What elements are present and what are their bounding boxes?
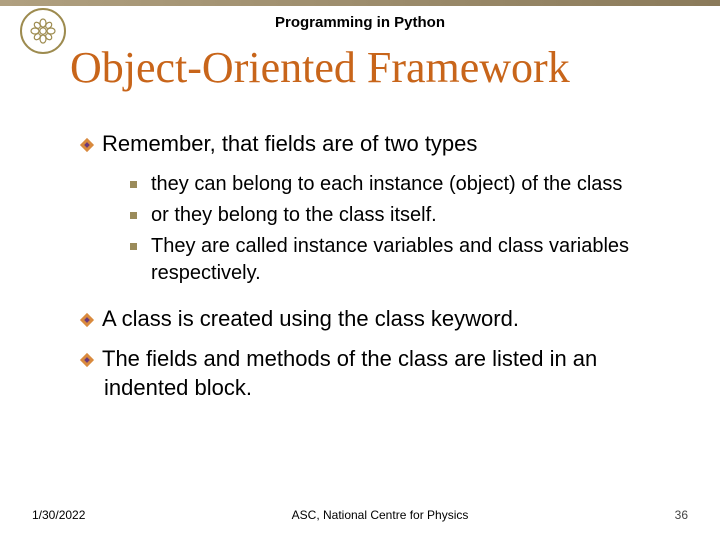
slide-title: Object-Oriented Framework bbox=[70, 42, 570, 93]
header-bar bbox=[0, 0, 720, 6]
sub-bullet-list: they can belong to each instance (object… bbox=[130, 171, 680, 287]
slide-content: Remember, that fields are of two types t… bbox=[80, 130, 680, 414]
footer-page-number: 36 bbox=[675, 508, 688, 522]
bullet-text: A class is created using the class keywo… bbox=[102, 306, 519, 331]
diamond-bullet-icon bbox=[80, 353, 94, 367]
slide-subtitle: Programming in Python bbox=[0, 14, 720, 31]
bullet-main: Remember, that fields are of two types bbox=[80, 130, 680, 159]
bullet-main: A class is created using the class keywo… bbox=[80, 305, 680, 334]
sub-bullet-text: they can belong to each instance (object… bbox=[151, 171, 680, 198]
diamond-bullet-icon bbox=[80, 313, 94, 327]
footer-date: 1/30/2022 bbox=[32, 508, 85, 522]
square-bullet-icon bbox=[130, 243, 137, 250]
footer-center: ASC, National Centre for Physics bbox=[85, 508, 674, 522]
bullet-text: Remember, that fields are of two types bbox=[102, 131, 477, 156]
slide-footer: 1/30/2022 ASC, National Centre for Physi… bbox=[0, 508, 720, 522]
square-bullet-icon bbox=[130, 212, 137, 219]
bullet-main: The fields and methods of the class are … bbox=[80, 345, 680, 402]
sub-bullet: They are called instance variables and c… bbox=[130, 233, 680, 287]
diamond-bullet-icon bbox=[80, 138, 94, 152]
sub-bullet-text: They are called instance variables and c… bbox=[151, 233, 680, 287]
sub-bullet: or they belong to the class itself. bbox=[130, 202, 680, 229]
sub-bullet: they can belong to each instance (object… bbox=[130, 171, 680, 198]
bullet-text: The fields and methods of the class are … bbox=[102, 346, 597, 400]
square-bullet-icon bbox=[130, 181, 137, 188]
sub-bullet-text: or they belong to the class itself. bbox=[151, 202, 680, 229]
